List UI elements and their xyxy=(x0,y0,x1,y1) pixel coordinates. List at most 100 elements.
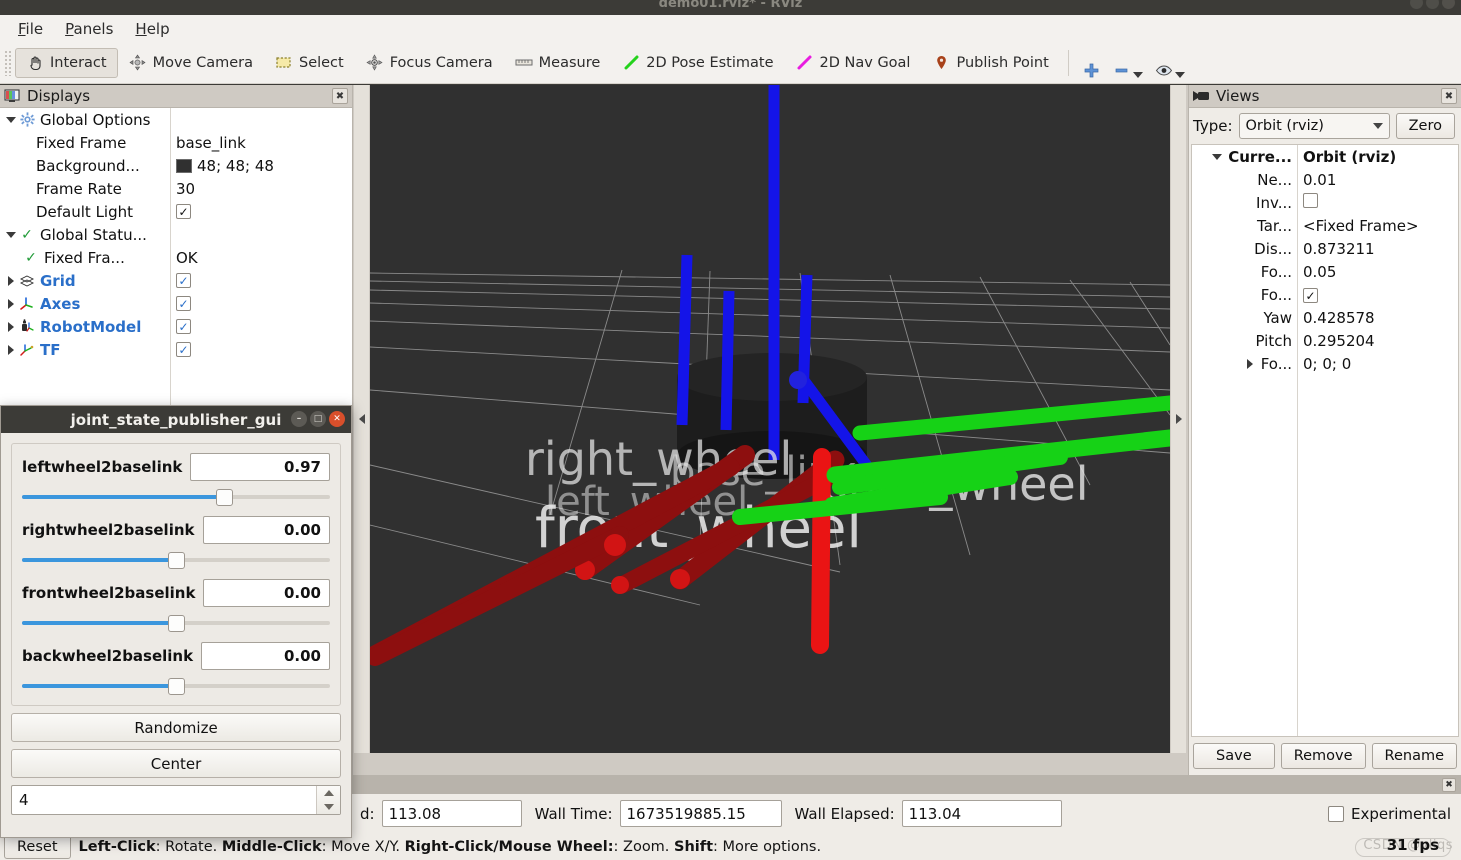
experimental-toggle[interactable]: Experimental xyxy=(1327,805,1451,823)
views-zero-button[interactable]: Zero xyxy=(1395,113,1455,139)
views-row-value[interactable]: 0.428578 xyxy=(1297,309,1375,327)
toolbar-grip[interactable] xyxy=(4,49,13,76)
views-type-select[interactable]: Orbit (rviz) xyxy=(1238,113,1390,139)
joint-slider[interactable] xyxy=(22,551,330,569)
menu-panels[interactable]: Panels xyxy=(55,17,123,41)
jsp-maximize-icon[interactable]: □ xyxy=(310,411,326,427)
tree-row-fixed-frame-status[interactable]: ✓ Fixed Fra... OK xyxy=(0,246,352,269)
spinbox-arrows[interactable] xyxy=(316,786,340,814)
views-row-pitch[interactable]: Pitch 0.295204 xyxy=(1192,329,1458,352)
slider-handle[interactable] xyxy=(168,615,185,632)
right-panel-collapse-handle[interactable] xyxy=(1171,85,1186,753)
render-viewport-3d[interactable]: right_wheel base_link back_wheel left_wh… xyxy=(370,85,1170,753)
displays-panel-close-button[interactable]: ✖ xyxy=(332,88,348,104)
frame-rate-value[interactable]: 30 xyxy=(176,180,195,198)
tool-focus-camera[interactable]: Focus Camera xyxy=(355,48,504,78)
reset-button[interactable]: Reset xyxy=(4,834,71,859)
tree-row-global-status[interactable]: ✓ Global Statu... xyxy=(0,223,352,246)
views-rename-button[interactable]: Rename xyxy=(1371,743,1457,769)
experimental-checkbox[interactable] xyxy=(1327,805,1344,822)
add-tool-button[interactable] xyxy=(1077,46,1107,80)
tree-row-axes[interactable]: Axes ✓ xyxy=(0,292,352,315)
fixed-frame-value[interactable]: base_link xyxy=(176,134,246,152)
joint-value-field[interactable]: 0.00 xyxy=(201,642,330,670)
tool-interact[interactable]: Interact xyxy=(15,47,118,78)
slider-handle[interactable] xyxy=(168,678,185,695)
views-row-target-frame[interactable]: Tar... <Fixed Frame> xyxy=(1192,214,1458,237)
expander-down-icon-2[interactable] xyxy=(4,228,18,242)
expander-right-icon-axes[interactable] xyxy=(4,297,18,311)
time-panel-close-button[interactable]: ✖ xyxy=(1442,777,1456,792)
views-row-yaw[interactable]: Yaw 0.428578 xyxy=(1192,306,1458,329)
views-save-button[interactable]: Save xyxy=(1193,743,1275,769)
views-row-value[interactable]: 0.05 xyxy=(1297,263,1336,281)
tree-row-global-options[interactable]: Global Options xyxy=(0,108,352,131)
views-invert-z-checkbox[interactable] xyxy=(1303,193,1318,208)
views-row-focal-point[interactable]: Fo... 0; 0; 0 xyxy=(1192,352,1458,375)
expander-right-icon-grid[interactable] xyxy=(4,274,18,288)
tree-row-frame-rate[interactable]: Frame Rate 30 xyxy=(0,177,352,200)
background-color-swatch[interactable] xyxy=(176,158,192,173)
joint-state-publisher-window-controls[interactable]: – □ ✕ xyxy=(291,411,345,427)
views-row-value[interactable]: 0; 0; 0 xyxy=(1297,355,1351,373)
slider-handle[interactable] xyxy=(215,489,233,506)
tool-measure[interactable]: Measure xyxy=(504,48,612,78)
expander-right-icon-tf[interactable] xyxy=(4,343,18,357)
maximize-icon[interactable] xyxy=(1426,0,1439,9)
expander-right-icon-focal-point[interactable] xyxy=(1243,357,1257,371)
expander-right-icon-robotmodel[interactable] xyxy=(4,320,18,334)
views-remove-button[interactable]: Remove xyxy=(1280,743,1366,769)
ros-elapsed-field[interactable]: 113.08 xyxy=(381,800,522,827)
spinbox-down-button[interactable] xyxy=(317,800,340,814)
tree-row-default-light[interactable]: Default Light ✓ xyxy=(0,200,352,223)
center-button[interactable]: Center xyxy=(11,749,341,778)
joint-slider[interactable] xyxy=(22,614,330,632)
robotmodel-enabled-checkbox[interactable]: ✓ xyxy=(176,319,191,334)
jsp-close-icon[interactable]: ✕ xyxy=(329,411,345,427)
tree-row-grid[interactable]: Grid ✓ xyxy=(0,269,352,292)
views-row-value[interactable]: <Fixed Frame> xyxy=(1297,217,1419,235)
tree-row-background-color[interactable]: Background... 48; 48; 48 xyxy=(0,154,352,177)
joint-slider[interactable] xyxy=(22,677,330,695)
left-panel-collapse-handle[interactable] xyxy=(354,85,369,753)
chevron-down-icon-2[interactable] xyxy=(1174,71,1185,78)
slider-handle[interactable] xyxy=(168,552,185,569)
visibility-button[interactable] xyxy=(1149,46,1191,80)
tool-2d-nav-goal[interactable]: 2D Nav Goal xyxy=(785,48,922,78)
views-row-current-view[interactable]: Curre... Orbit (rviz) xyxy=(1192,145,1458,168)
joint-value-field[interactable]: 0.00 xyxy=(203,579,330,607)
joint-slider[interactable] xyxy=(22,488,330,506)
decimal-places-spinbox[interactable]: 4 xyxy=(11,785,341,815)
tool-publish-point[interactable]: Publish Point xyxy=(921,48,1059,78)
randomize-button[interactable]: Randomize xyxy=(11,713,341,742)
tool-2d-pose-estimate[interactable]: 2D Pose Estimate xyxy=(611,48,784,78)
joint-value-field[interactable]: 0.00 xyxy=(202,516,330,544)
remove-tool-button[interactable] xyxy=(1107,46,1149,80)
close-icon[interactable] xyxy=(1442,0,1455,9)
joint-value-field[interactable]: 0.97 xyxy=(190,453,330,481)
default-light-checkbox[interactable]: ✓ xyxy=(176,204,191,219)
tf-enabled-checkbox[interactable]: ✓ xyxy=(176,342,191,357)
tool-select[interactable]: Select xyxy=(264,48,355,78)
window-controls[interactable] xyxy=(1410,0,1455,9)
menu-help[interactable]: Help xyxy=(125,17,179,41)
jsp-minimize-icon[interactable]: – xyxy=(291,411,307,427)
grid-enabled-checkbox[interactable]: ✓ xyxy=(176,273,191,288)
views-panel-close-button[interactable]: ✖ xyxy=(1441,88,1457,104)
views-row-focal-shape-fixed[interactable]: Fo... ✓ xyxy=(1192,283,1458,306)
wall-time-field[interactable]: 1673519885.15 xyxy=(619,800,782,827)
tree-row-fixed-frame[interactable]: Fixed Frame base_link xyxy=(0,131,352,154)
tool-move-camera[interactable]: Move Camera xyxy=(118,48,264,78)
views-row-invert-z[interactable]: Inv... xyxy=(1192,191,1458,214)
views-row-focal-shape-size[interactable]: Fo... 0.05 xyxy=(1192,260,1458,283)
tree-row-tf[interactable]: TF ✓ xyxy=(0,338,352,361)
menu-file[interactable]: File xyxy=(8,17,53,41)
expander-down-icon[interactable] xyxy=(4,113,18,127)
joint-state-publisher-window[interactable]: joint_state_publisher_gui – □ ✕ leftwhee… xyxy=(0,405,352,838)
views-row-distance[interactable]: Dis... 0.873211 xyxy=(1192,237,1458,260)
minimize-icon[interactable] xyxy=(1410,0,1423,9)
views-row-value[interactable]: 0.873211 xyxy=(1297,240,1375,258)
expander-down-icon-views[interactable] xyxy=(1210,150,1224,164)
spinbox-up-button[interactable] xyxy=(317,786,340,800)
wall-elapsed-field[interactable]: 113.04 xyxy=(901,800,1062,827)
